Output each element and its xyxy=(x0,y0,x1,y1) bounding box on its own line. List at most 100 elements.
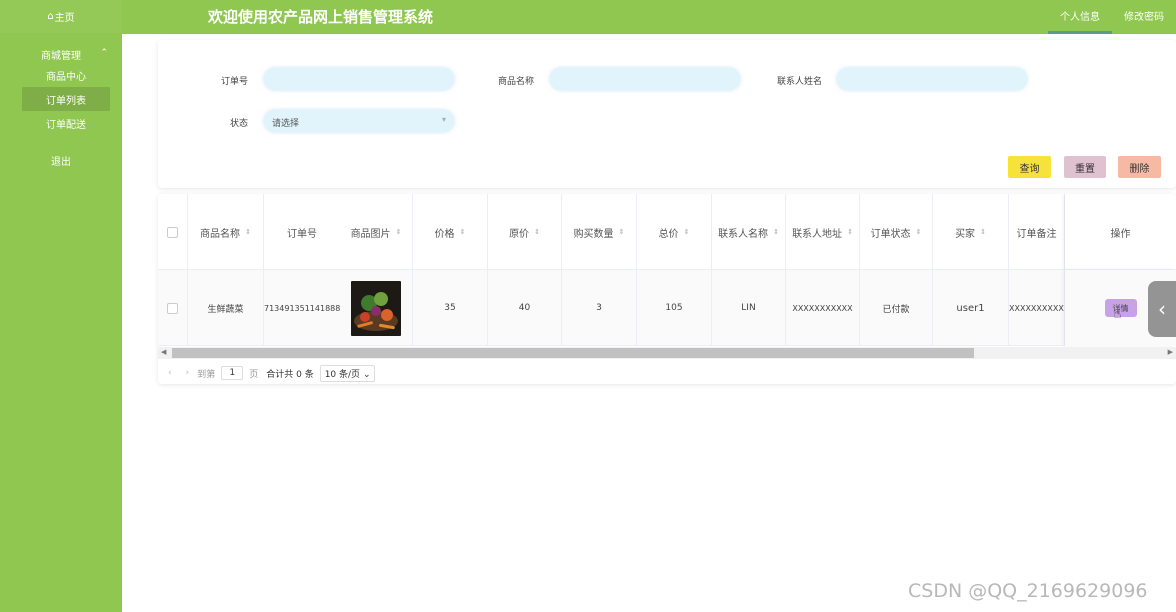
col-header: 订单备注 xyxy=(1009,194,1065,270)
app-title: 欢迎使用农产品网上销售管理系统 xyxy=(208,8,434,26)
collapse-panel-toggle[interactable]: ‹ xyxy=(1148,281,1176,337)
col-header-label: 订单状态 xyxy=(870,228,911,240)
nav-change-password[interactable]: 修改密码 xyxy=(1112,0,1176,34)
delete-button[interactable]: 删除 xyxy=(1118,156,1161,178)
detail-button[interactable]: 详情 ☝ xyxy=(1104,299,1137,322)
top-bar: 欢迎使用农产品网上销售管理系统 个人信息 修改密码 xyxy=(122,0,1176,34)
sort-icon: ⇕ xyxy=(683,228,690,236)
row-select-cell xyxy=(158,270,188,346)
chevron-down-icon: ▾ xyxy=(441,115,446,124)
sidebar: ⌂ 主页 商城管理 ⌃ 商品中心 订单列表 订单配送 退出 xyxy=(0,0,122,612)
scroll-right-icon[interactable]: ▶ xyxy=(1168,348,1173,356)
chevron-up-icon: ⌃ xyxy=(100,48,108,58)
cell-remark: XXXXXXXXXXX xyxy=(1009,270,1065,346)
col-header-label: 订单备注 xyxy=(1016,228,1057,240)
reset-button[interactable]: 重置 xyxy=(1064,156,1106,178)
col-header-label: 操作 xyxy=(1110,228,1131,240)
col-header-label: 订单号 xyxy=(287,228,317,240)
cell-buyer: user1 xyxy=(933,270,1009,346)
col-header-label: 商品图片 xyxy=(350,228,391,240)
cell-price: 35 xyxy=(413,270,488,346)
sidebar-item-label: 商品中心 xyxy=(46,71,86,83)
col-header-label: 购买数量 xyxy=(573,228,614,240)
table-row: 生鲜蔬菜 71349135114188806 35 40 3 105 LIN X… xyxy=(158,270,1176,346)
sort-icon: ⇕ xyxy=(245,228,251,236)
order-no-input[interactable] xyxy=(264,68,454,90)
select-all-checkbox[interactable] xyxy=(167,226,178,238)
col-header[interactable]: 总价 ⇕ xyxy=(637,194,712,270)
next-page-icon[interactable]: › xyxy=(186,368,190,378)
sort-icon: ⇕ xyxy=(534,228,540,236)
contact-name-input[interactable] xyxy=(837,68,1027,90)
col-header-label: 原价 xyxy=(509,228,530,240)
page-size-value: 10 条/页 xyxy=(324,369,361,380)
sidebar-item-label: 订单列表 xyxy=(46,95,86,107)
prev-page-icon[interactable]: ‹ xyxy=(168,368,172,378)
table-header: 商品名称 ⇕ 订单号 商品图片 ⇕ 价格 ⇕ 原价 ⇕ 购买数量 ⇕ 总价 ⇕ 联系人名称 ⇕… xyxy=(158,194,1176,270)
col-header-label: 总价 xyxy=(658,228,679,240)
col-header-label: 价格 xyxy=(434,228,455,240)
col-header[interactable]: 买家 ⇕ xyxy=(933,194,1009,270)
col-header-label: 商品名称 xyxy=(200,228,241,240)
sort-icon: ⇕ xyxy=(773,228,779,236)
sidebar-group-mall[interactable]: 商城管理 ⌃ xyxy=(0,45,122,63)
col-header[interactable]: 购买数量 ⇕ xyxy=(562,194,637,270)
product-name-label: 商品名称 xyxy=(497,77,534,87)
sort-icon: ⇕ xyxy=(618,228,625,236)
cell-status: 已付款 xyxy=(860,270,933,346)
cell-contact-name: LIN xyxy=(712,270,786,346)
cell-product-name: 生鲜蔬菜 xyxy=(188,270,264,346)
page-number-input[interactable]: 1 xyxy=(221,366,244,380)
sidebar-logout[interactable]: 退出 xyxy=(0,151,122,169)
scroll-left-icon[interactable]: ◀ xyxy=(161,348,166,356)
col-header-label: 买家 xyxy=(955,228,976,240)
sort-icon: ⇕ xyxy=(395,228,402,236)
col-header-label: 联系人名称 xyxy=(718,228,769,240)
home-icon: ⌂ xyxy=(47,11,54,22)
total-count: 合计共 0 条 xyxy=(266,369,314,380)
cell-contact-address: XXXXXXXXXXX xyxy=(786,270,860,346)
col-header[interactable]: 商品名称 ⇕ xyxy=(188,194,264,270)
product-name-input[interactable] xyxy=(550,68,740,90)
col-header: 订单号 xyxy=(264,194,340,270)
status-select[interactable]: 请选择 ▾ xyxy=(264,110,454,132)
col-header[interactable]: 联系人地址 ⇕ xyxy=(786,194,860,270)
col-header[interactable]: 联系人名称 ⇕ xyxy=(712,194,786,270)
chevron-left-icon: ‹ xyxy=(1158,297,1166,321)
top-nav: 个人信息 修改密码 xyxy=(1048,0,1176,34)
col-header: 操作 xyxy=(1065,194,1176,270)
page-suffix: 页 xyxy=(249,369,259,380)
orders-table: 商品名称 ⇕ 订单号 商品图片 ⇕ 价格 ⇕ 原价 ⇕ 购买数量 ⇕ 总价 ⇕ 联系人名称 ⇕… xyxy=(158,194,1176,384)
query-button[interactable]: 查询 xyxy=(1008,156,1051,178)
order-no-label: 订单号 xyxy=(220,77,248,87)
select-all-cell xyxy=(158,194,188,270)
horizontal-scrollbar[interactable]: ◀ ▶ xyxy=(158,347,1176,359)
scrollbar-thumb[interactable] xyxy=(172,348,974,358)
sort-icon: ⇕ xyxy=(980,228,986,236)
sidebar-item-orders[interactable]: 订单列表 xyxy=(22,87,110,111)
status-select-value: 请选择 xyxy=(272,119,300,129)
contact-name-label: 联系人姓名 xyxy=(776,77,822,87)
cell-original-price: 40 xyxy=(488,270,562,346)
sidebar-group-label: 商城管理 xyxy=(41,50,81,62)
goto-prefix: 到第 xyxy=(197,369,216,380)
col-header[interactable]: 原价 ⇕ xyxy=(488,194,562,270)
hand-cursor-icon: ☝ xyxy=(1113,307,1122,322)
sidebar-item-delivery[interactable]: 订单配送 xyxy=(22,111,110,135)
sort-icon: ⇕ xyxy=(915,228,922,236)
row-checkbox[interactable] xyxy=(167,302,178,314)
sidebar-logout-label: 退出 xyxy=(51,156,71,168)
col-header[interactable]: 价格 ⇕ xyxy=(413,194,488,270)
sidebar-item-products[interactable]: 商品中心 xyxy=(22,63,110,87)
col-header-label: 联系人地址 xyxy=(792,228,843,240)
chevron-down-icon: ⌄ xyxy=(362,369,371,380)
col-header[interactable]: 商品图片 ⇕ xyxy=(340,194,413,270)
nav-profile[interactable]: 个人信息 xyxy=(1048,0,1112,34)
page-size-select[interactable]: 10 条/页 ⌄ xyxy=(319,364,376,382)
cell-total: 105 xyxy=(637,270,712,346)
sidebar-home[interactable]: ⌂ 主页 xyxy=(0,0,122,33)
sort-icon: ⇕ xyxy=(847,228,853,236)
sidebar-item-label: 订单配送 xyxy=(46,119,86,131)
product-image xyxy=(351,280,401,336)
col-header[interactable]: 订单状态 ⇕ xyxy=(860,194,933,270)
